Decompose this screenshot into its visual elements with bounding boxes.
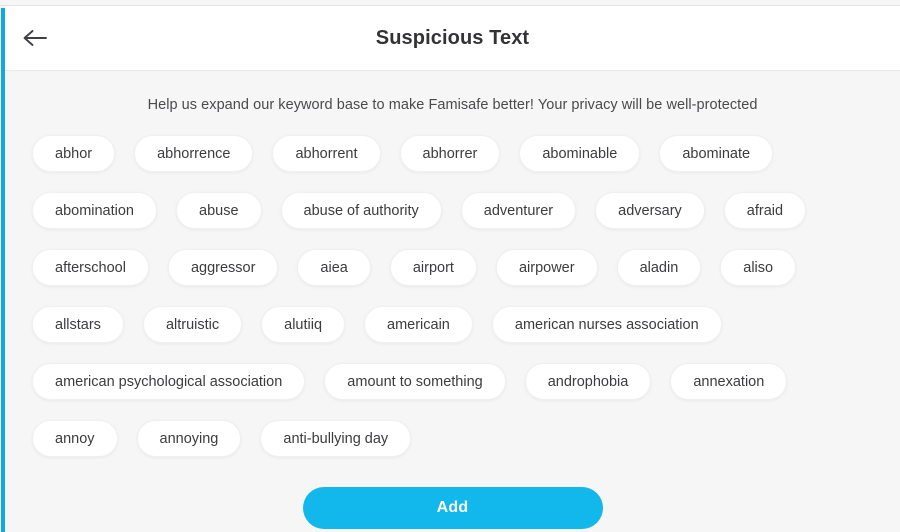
keyword-chip[interactable]: allstars — [32, 306, 124, 343]
keyword-chip[interactable]: abomination — [32, 192, 157, 229]
arrow-left-icon — [22, 28, 48, 48]
keyword-chip[interactable]: abhorrent — [272, 135, 381, 172]
keyword-chip[interactable]: aladin — [616, 249, 702, 286]
keyword-chip[interactable]: aggressor — [167, 249, 279, 286]
keyword-chip[interactable]: abuse of authority — [280, 192, 442, 229]
keyword-chip[interactable]: american nurses association — [491, 306, 722, 343]
back-button[interactable] — [13, 18, 57, 58]
keyword-chip[interactable]: afterschool — [32, 249, 149, 286]
keyword-chip[interactable]: aliso — [720, 249, 797, 286]
keyword-chip[interactable]: afraid — [723, 192, 807, 229]
subtitle-text: Help us expand our keyword base to make … — [147, 97, 758, 113]
keyword-chip[interactable]: adventurer — [460, 192, 577, 229]
footer-actions: Add — [27, 457, 878, 529]
keyword-chip[interactable]: annoy — [32, 420, 118, 457]
keyword-chip[interactable]: annexation — [670, 363, 788, 400]
keyword-chip[interactable]: abhorrer — [399, 135, 501, 172]
screen-content: Help us expand our keyword base to make … — [5, 71, 900, 529]
keyword-chip[interactable]: anti-bullying day — [260, 420, 412, 457]
app-header: Suspicious Text — [5, 6, 900, 71]
keyword-chip[interactable]: annoying — [136, 420, 242, 457]
keyword-chip[interactable]: airport — [389, 249, 477, 286]
keyword-chip[interactable]: abhorrence — [134, 135, 254, 172]
keyword-chip[interactable]: alutiiq — [261, 306, 346, 343]
keyword-chip[interactable]: abominable — [519, 135, 641, 172]
keyword-chip[interactable]: airpower — [495, 249, 598, 286]
suspicious-text-screen: Suspicious Text Help us expand our keywo… — [5, 6, 900, 532]
add-button[interactable]: Add — [302, 487, 603, 529]
keyword-chip[interactable]: aiea — [297, 249, 371, 286]
keyword-chip[interactable]: abuse — [176, 192, 262, 229]
keyword-chip[interactable]: americain — [364, 306, 473, 343]
keyword-chip[interactable]: altruistic — [142, 306, 243, 343]
keyword-chip[interactable]: androphobia — [524, 363, 652, 400]
keyword-chip-list: abhor abhorrence abhorrent abhorrer abominab… — [27, 135, 878, 457]
page-title: Suspicious Text — [375, 26, 530, 49]
keyword-chip[interactable]: amount to something — [324, 363, 506, 400]
keyword-chip[interactable]: adversary — [595, 192, 705, 229]
keyword-chip[interactable]: american psychological association — [32, 363, 306, 400]
keyword-chip[interactable]: abominate — [659, 135, 774, 172]
keyword-chip[interactable]: abhor — [32, 135, 116, 172]
